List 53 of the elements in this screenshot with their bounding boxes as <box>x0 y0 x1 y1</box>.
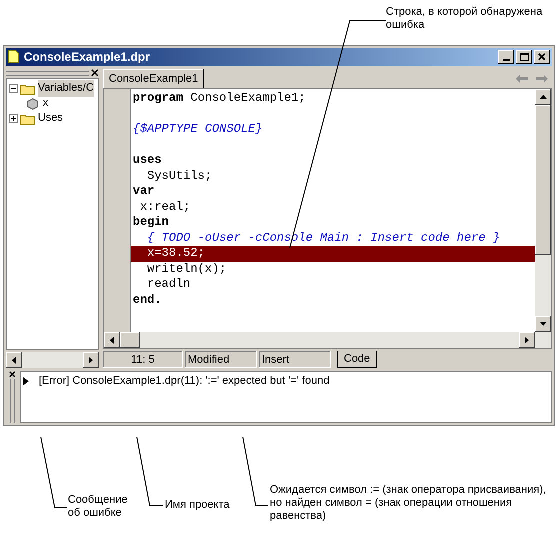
window-title: ConsoleExample1.dpr <box>24 49 152 66</box>
horizontal-scrollbar[interactable] <box>6 352 99 368</box>
error-message[interactable]: [Error] ConsoleExample1.dpr(11): ':=' expected but '=' found <box>39 373 330 390</box>
pointer-icon <box>23 376 29 386</box>
maximize-button[interactable] <box>516 50 532 64</box>
callout-text: Строка, в которой обнаружена ошибка <box>386 6 544 32</box>
minus-icon[interactable] <box>9 84 18 93</box>
cursor-position: 11: 5 <box>103 351 183 368</box>
code-tab[interactable]: Code <box>337 351 378 368</box>
grip-bar[interactable] <box>6 70 89 76</box>
callout-text: Ожидается символ := (знак оператора присваивания), но найден символ = (знак операции отношения равенства) <box>270 484 548 523</box>
horizontal-scrollbar[interactable] <box>104 332 535 348</box>
folder-icon <box>20 82 36 94</box>
file-icon <box>8 50 20 64</box>
tree-item[interactable]: Uses <box>38 110 64 127</box>
tree-item[interactable]: Variables/C <box>38 80 94 97</box>
minimize-button[interactable] <box>498 50 514 64</box>
insert-mode-status: Insert <box>259 351 331 368</box>
up-arrow-icon <box>540 95 546 99</box>
tree-item[interactable]: x <box>43 95 48 112</box>
down-arrow-icon <box>540 322 546 326</box>
left-arrow-icon <box>110 336 114 344</box>
plus-icon[interactable] <box>9 114 18 123</box>
left-arrow-icon <box>12 356 16 364</box>
close-icon <box>538 53 546 61</box>
right-arrow-icon <box>525 336 529 344</box>
vertical-scrollbar[interactable] <box>535 89 551 348</box>
close-button[interactable] <box>534 50 550 64</box>
code-line: end. <box>132 292 163 308</box>
callout-text: Сообщение об ошибке <box>68 494 129 520</box>
right-arrow-icon <box>89 356 93 364</box>
code-line: begin <box>132 215 170 230</box>
cube-icon <box>27 98 39 110</box>
grip-bar[interactable] <box>10 379 14 423</box>
editor-tab[interactable]: ConsoleExample1 <box>103 69 204 88</box>
code-line: uses <box>132 153 163 168</box>
scroll-thumb[interactable] <box>120 332 140 348</box>
folder-icon <box>20 112 36 124</box>
code-line: writeln(x); <box>146 262 228 277</box>
scroll-thumb[interactable] <box>535 105 551 255</box>
code-line: readln <box>146 277 192 292</box>
leader-line <box>40 436 68 508</box>
close-icon[interactable] <box>8 371 16 378</box>
leader-line <box>242 436 268 506</box>
leader-line <box>136 436 164 506</box>
code-line: var <box>132 184 156 200</box>
code-line: program ConsoleExample1; <box>132 91 307 106</box>
modified-status: Modified <box>185 351 257 368</box>
code-line: x:real; <box>139 200 192 215</box>
code-line: {$APPTYPE CONSOLE} <box>132 122 264 138</box>
code-line: SysUtils; <box>146 168 214 184</box>
close-icon[interactable] <box>91 69 99 77</box>
callout-text: Имя проекта <box>165 499 231 512</box>
